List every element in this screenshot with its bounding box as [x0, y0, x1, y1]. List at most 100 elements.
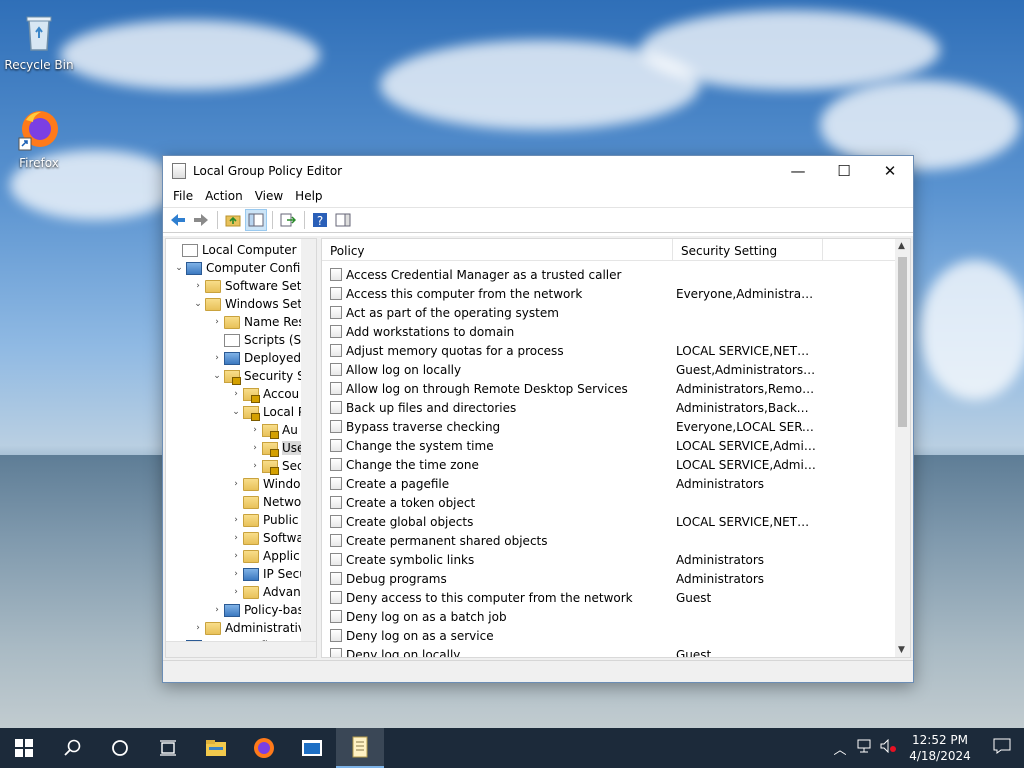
policy-row[interactable]: Debug programs Administrators	[322, 569, 816, 588]
tree-node[interactable]: › Accou	[229, 385, 299, 403]
remote-desktop-icon[interactable]	[288, 728, 336, 768]
expand-chevron-icon[interactable]: ›	[229, 389, 243, 399]
volume-muted-icon[interactable]	[876, 738, 900, 757]
policy-row[interactable]: Adjust memory quotas for a process LOCAL …	[322, 341, 816, 360]
cortana-icon[interactable]	[96, 728, 144, 768]
collapse-chevron-icon[interactable]: ⌄	[172, 263, 186, 273]
tree-node[interactable]: › Name Res	[210, 313, 304, 331]
maximize-button[interactable]: ☐	[821, 156, 867, 185]
tree-node[interactable]: Netwo	[229, 493, 301, 511]
search-icon[interactable]	[48, 728, 96, 768]
show-hidden-icons-chevron-icon[interactable]: ︿	[828, 739, 852, 758]
show-hide-tree-icon[interactable]	[245, 209, 267, 231]
collapse-chevron-icon[interactable]: ⌄	[210, 371, 224, 381]
up-folder-icon[interactable]	[222, 209, 244, 231]
tree-horizontal-scrollbar[interactable]	[166, 641, 316, 657]
show-hide-action-pane-icon[interactable]	[332, 209, 354, 231]
group-policy-editor-icon[interactable]	[336, 728, 384, 768]
back-icon[interactable]	[167, 209, 189, 231]
expand-chevron-icon[interactable]: ›	[210, 605, 224, 615]
policy-row[interactable]: Create permanent shared objects	[322, 531, 816, 550]
tree-node[interactable]: › Public	[229, 511, 298, 529]
task-view-icon[interactable]	[144, 728, 192, 768]
expand-chevron-icon[interactable]: ›	[191, 623, 205, 633]
column-header-security-setting[interactable]: Security Setting	[673, 239, 823, 260]
tree-node[interactable]: › Advan	[229, 583, 301, 601]
tree-node[interactable]: › Applic	[229, 547, 300, 565]
tree-node[interactable]: › Administrative	[191, 619, 312, 637]
policy-row[interactable]: Act as part of the operating system	[322, 303, 816, 322]
desktop-icon-firefox[interactable]: Firefox	[1, 108, 77, 170]
tree-node[interactable]: Local Computer Polic	[168, 241, 316, 259]
menu-help[interactable]: Help	[289, 189, 328, 203]
policy-row[interactable]: Allow log on through Remote Desktop Serv…	[322, 379, 816, 398]
tree-node[interactable]: › Sec	[248, 457, 304, 475]
tree-node[interactable]: › Softwa	[229, 529, 304, 547]
start-icon[interactable]	[0, 728, 48, 768]
menu-view[interactable]: View	[249, 189, 289, 203]
policy-row[interactable]: Change the time zone LOCAL SERVICE,Admini…	[322, 455, 816, 474]
expand-chevron-icon[interactable]: ›	[229, 479, 243, 489]
tree-vertical-scrollbar[interactable]	[301, 239, 316, 643]
collapse-chevron-icon[interactable]: ⌄	[229, 407, 243, 417]
close-button[interactable]: ✕	[867, 156, 913, 185]
expand-chevron-icon[interactable]: ›	[229, 515, 243, 525]
policy-row[interactable]: Add workstations to domain	[322, 322, 816, 341]
policy-row[interactable]: Allow log on locally Guest,Administrators…	[322, 360, 816, 379]
export-list-icon[interactable]	[277, 209, 299, 231]
network-icon[interactable]	[852, 739, 876, 757]
tree-node[interactable]: Scripts (Sta	[210, 331, 313, 349]
policy-row[interactable]: Access Credential Manager as a trusted c…	[322, 265, 816, 284]
clock[interactable]: 12:52 PM 4/18/2024	[900, 732, 980, 764]
notification-center-icon[interactable]	[980, 738, 1024, 758]
scroll-down-icon[interactable]: ▼	[898, 645, 905, 655]
tree-node[interactable]: ⌄ Computer Config	[172, 259, 308, 277]
policy-row[interactable]: Change the system time LOCAL SERVICE,Admi…	[322, 436, 816, 455]
policy-row[interactable]: Create global objects LOCAL SERVICE,NETWO…	[322, 512, 816, 531]
tree-node[interactable]: › IP Secu	[229, 565, 307, 583]
column-header-policy[interactable]: Policy	[322, 239, 673, 260]
minimize-button[interactable]: —	[775, 156, 821, 185]
firefox-icon[interactable]	[240, 728, 288, 768]
desktop-icon-recycle-bin[interactable]: Recycle Bin	[1, 10, 77, 72]
menu-file[interactable]: File	[167, 189, 199, 203]
menu-action[interactable]: Action	[199, 189, 249, 203]
policy-row[interactable]: Create a token object	[322, 493, 816, 512]
tree-node[interactable]: › Use	[248, 439, 305, 457]
tree-node[interactable]: › Au	[248, 421, 298, 439]
policy-row[interactable]: Bypass traverse checking Everyone,LOCAL S…	[322, 417, 816, 436]
expand-chevron-icon[interactable]: ›	[210, 353, 224, 363]
expand-chevron-icon[interactable]: ›	[229, 551, 243, 561]
expand-chevron-icon[interactable]: ›	[210, 317, 224, 327]
title-bar[interactable]: Local Group Policy Editor — ☐ ✕	[163, 156, 913, 185]
expand-chevron-icon[interactable]: ›	[191, 281, 205, 291]
expand-chevron-icon[interactable]: ›	[248, 425, 262, 435]
forward-icon[interactable]	[190, 209, 212, 231]
policy-row[interactable]: Deny log on as a service	[322, 626, 816, 645]
policy-row[interactable]: Access this computer from the network Eve…	[322, 284, 816, 303]
help-icon[interactable]: ?	[309, 209, 331, 231]
policy-row[interactable]: Deny access to this computer from the ne…	[322, 588, 816, 607]
tree-node[interactable]: ⌄ Local P	[229, 403, 305, 421]
tree-node[interactable]: › Deployed	[210, 349, 301, 367]
policy-row[interactable]: Create a pagefile Administrators	[322, 474, 816, 493]
expand-chevron-icon[interactable]: ›	[248, 461, 262, 471]
tree-node[interactable]: › Software Setti	[191, 277, 309, 295]
scrollbar-thumb[interactable]	[898, 257, 907, 427]
expand-chevron-icon[interactable]: ›	[229, 587, 243, 597]
tree-node[interactable]: ⌄ Windows Sett	[191, 295, 307, 313]
expand-chevron-icon[interactable]: ›	[248, 443, 262, 453]
collapse-chevron-icon[interactable]: ⌄	[191, 299, 205, 309]
tree-node[interactable]: › Windo	[229, 475, 300, 493]
expand-chevron-icon[interactable]: ›	[229, 533, 243, 543]
scroll-up-icon[interactable]: ▲	[898, 241, 905, 251]
tree-node[interactable]: ⌄ Security Se	[210, 367, 312, 385]
policy-row[interactable]: Back up files and directories Administrat…	[322, 398, 816, 417]
policy-row[interactable]: Deny log on as a batch job	[322, 607, 816, 626]
policy-row[interactable]: Deny log on locally Guest	[322, 645, 816, 657]
list-vertical-scrollbar[interactable]: ▲ ▼	[895, 239, 910, 657]
tree-node[interactable]: › Policy-bas	[210, 601, 304, 619]
file-explorer-icon[interactable]	[192, 728, 240, 768]
policy-row[interactable]: Create symbolic links Administrators	[322, 550, 816, 569]
expand-chevron-icon[interactable]: ›	[229, 569, 243, 579]
